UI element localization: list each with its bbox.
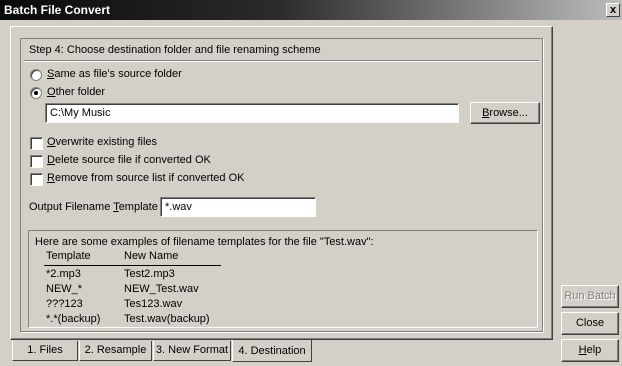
tab-destination[interactable]: 4. Destination: [232, 340, 312, 362]
examples-header-divider: [44, 265, 221, 266]
remove-from-list-label-text: emove from source list if converted OK: [54, 172, 245, 184]
template-label-post: emplate: [118, 201, 158, 213]
other-folder-label-text: ther folder: [55, 86, 106, 98]
remove-from-list-accel: R: [47, 172, 55, 184]
same-folder-label-text: ame as file's source folder: [54, 68, 182, 80]
other-folder-accel: O: [47, 86, 56, 98]
browse-label-text: rowse...: [489, 107, 528, 119]
delete-source-checkbox[interactable]: [30, 155, 43, 168]
same-folder-label[interactable]: Same as file's source folder: [47, 68, 182, 80]
example-template: *2.mp3: [46, 268, 81, 280]
delete-source-accel: D: [47, 154, 55, 166]
other-folder-label[interactable]: Other folder: [47, 86, 105, 98]
template-label: Output Filename Template: [29, 201, 158, 213]
folder-path-input[interactable]: C:\My Music: [45, 103, 459, 123]
example-template: NEW_*: [46, 283, 83, 295]
other-folder-radio[interactable]: [30, 87, 42, 99]
step-heading: Step 4: Choose destination folder and fi…: [29, 44, 321, 56]
remove-from-list-checkbox[interactable]: [30, 173, 43, 186]
examples-header-template: Template: [46, 250, 91, 262]
tab-files[interactable]: 1. Files: [12, 341, 78, 361]
same-folder-radio[interactable]: [30, 69, 42, 81]
template-label-pre: Output Filename: [29, 201, 114, 213]
example-new-name: NEW_Test.wav: [124, 283, 199, 295]
browse-button[interactable]: Browse...: [470, 102, 540, 124]
example-template: ???123: [46, 298, 83, 310]
example-new-name: Tes123.wav: [124, 298, 183, 310]
run-batch-button[interactable]: Run Batch: [561, 285, 619, 308]
close-window-icon[interactable]: x: [606, 3, 620, 17]
window-title: Batch File Convert: [4, 3, 111, 17]
examples-header-new-name: New Name: [124, 250, 179, 262]
example-new-name: Test.wav(backup): [124, 313, 210, 325]
overwrite-label-text: verwrite existing files: [55, 136, 158, 148]
remove-from-list-label[interactable]: Remove from source list if converted OK: [47, 172, 244, 184]
example-new-name: Test2.mp3: [124, 268, 175, 280]
overwrite-label[interactable]: Overwrite existing files: [47, 136, 157, 148]
help-button[interactable]: Help: [561, 339, 619, 362]
delete-source-label[interactable]: Delete source file if converted OK: [47, 154, 211, 166]
help-label-text: elp: [586, 344, 602, 356]
tab-new-format[interactable]: 3. New Format: [153, 341, 231, 361]
overwrite-accel: O: [47, 136, 56, 148]
delete-source-label-text: elete source file if converted OK: [54, 154, 211, 166]
template-input[interactable]: *.wav: [160, 197, 316, 217]
examples-intro: Here are some examples of filename templ…: [35, 236, 374, 248]
example-template: *.*(backup): [46, 313, 101, 325]
title-bar: Batch File Convert x: [0, 0, 622, 20]
tab-resample[interactable]: 2. Resample: [79, 341, 152, 361]
help-accel: H: [578, 344, 587, 356]
close-button[interactable]: Close: [561, 312, 619, 335]
heading-divider: [24, 60, 539, 62]
overwrite-checkbox[interactable]: [30, 137, 43, 150]
